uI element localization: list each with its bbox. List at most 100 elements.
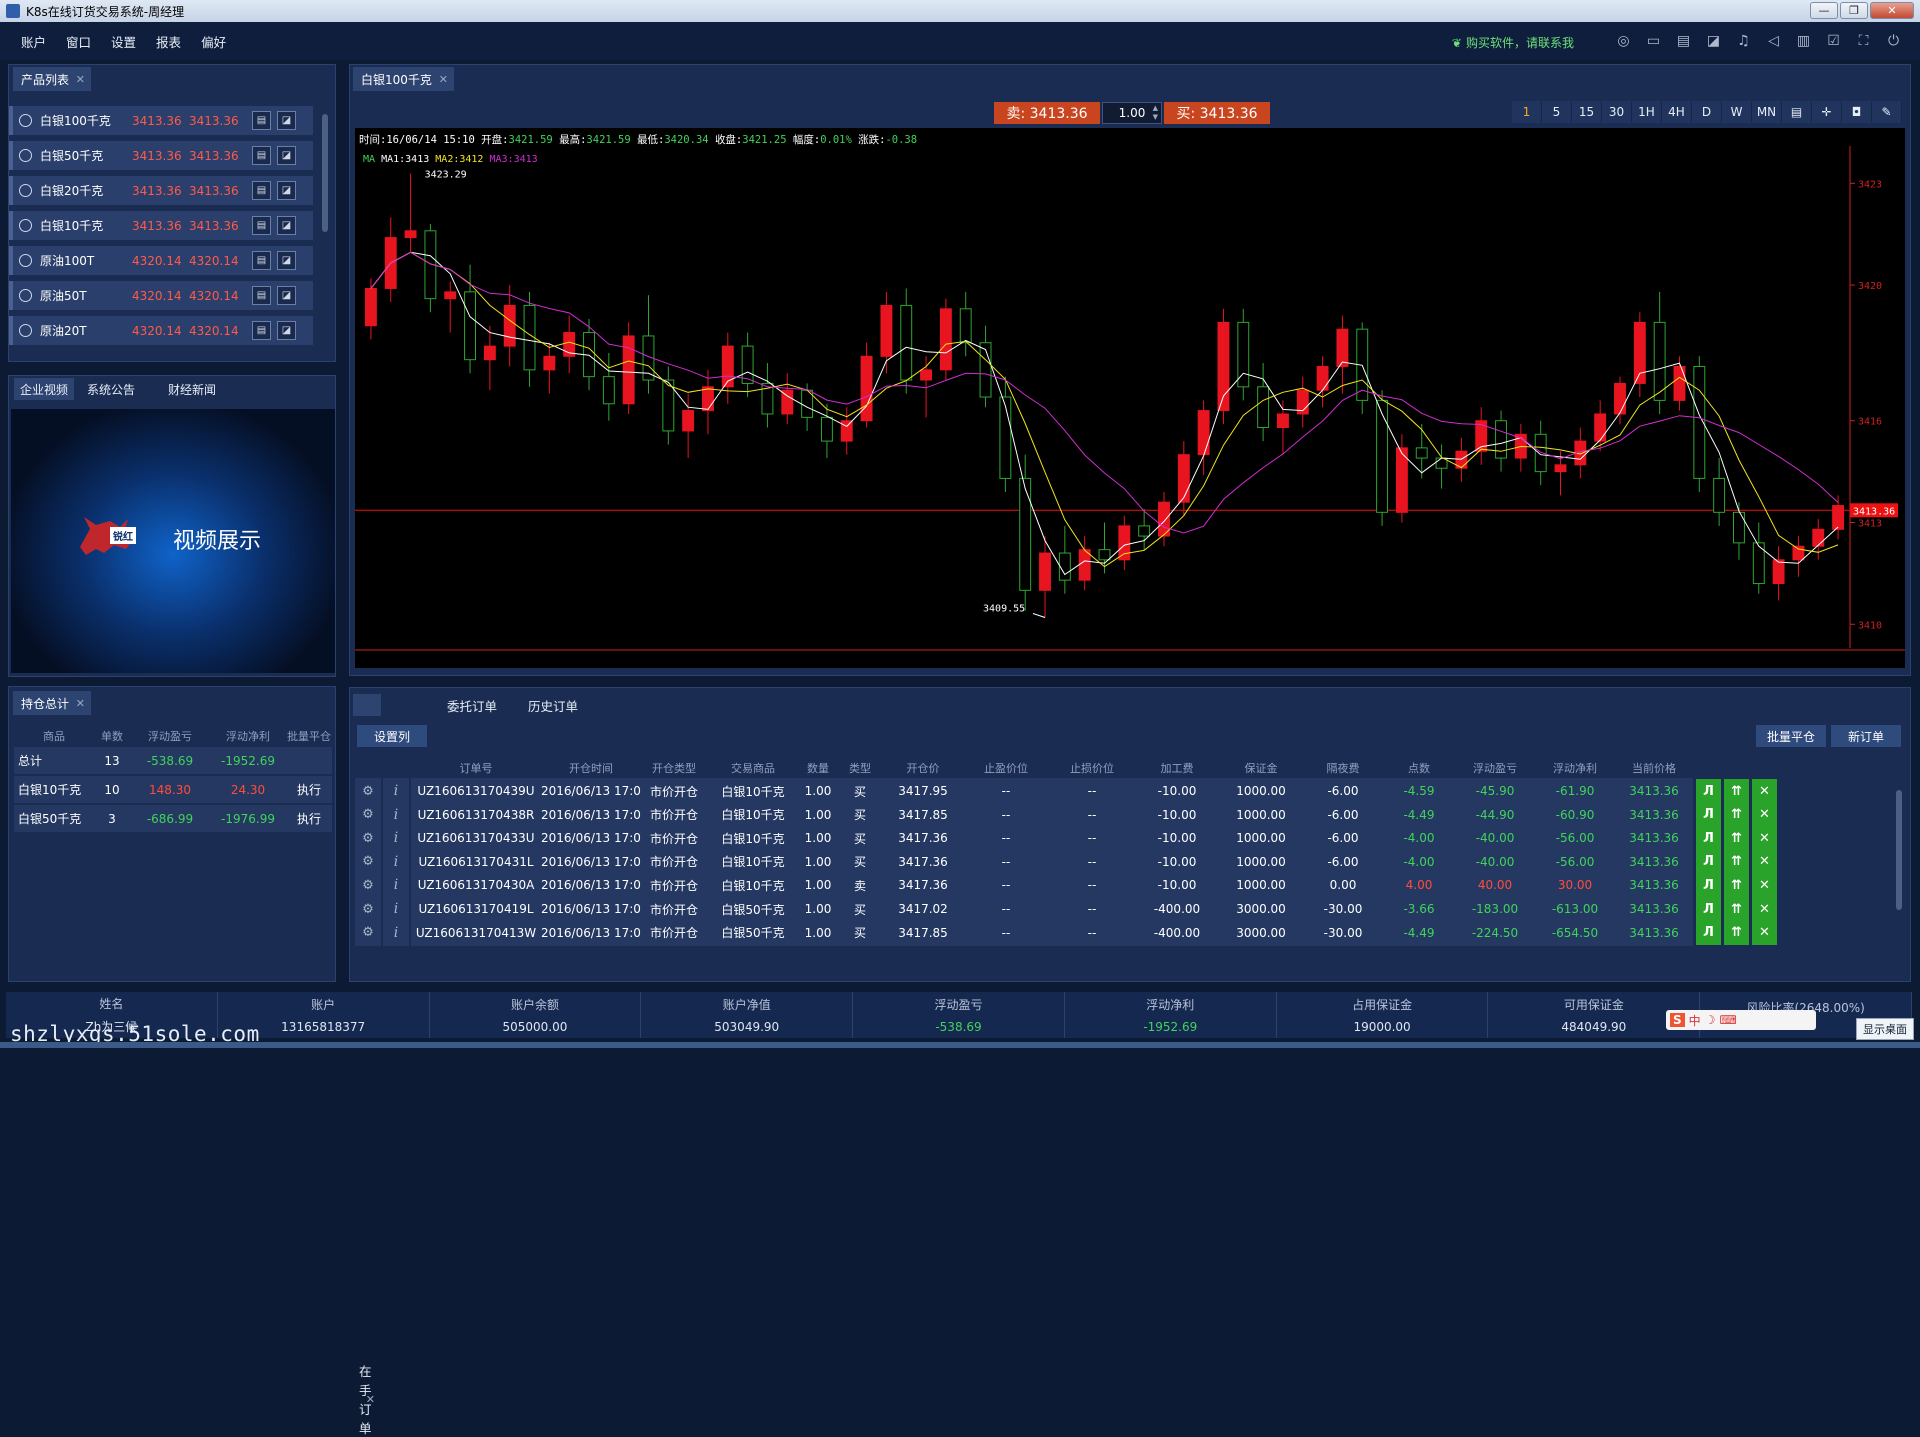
layout-icon[interactable]: ▥: [1793, 31, 1814, 51]
menu-settings[interactable]: 设置: [111, 32, 136, 51]
radio-icon[interactable]: [19, 254, 32, 267]
order-book-icon[interactable]: ▤: [252, 216, 271, 235]
chart-icon[interactable]: ◪: [277, 146, 296, 165]
bell-icon[interactable]: ♫: [1733, 31, 1754, 51]
sell-button[interactable]: 卖: 3413.36: [994, 102, 1100, 124]
product-row[interactable]: 白银10千克 3413.36 3413.36 ▤ ◪: [9, 211, 313, 240]
close-icon[interactable]: ✕: [366, 1388, 375, 1410]
menu-preferences[interactable]: 偏好: [201, 32, 226, 51]
radio-icon[interactable]: [19, 289, 32, 302]
tab-chart[interactable]: 白银100千克 ✕: [353, 67, 454, 91]
notes-icon[interactable]: ▤: [1782, 101, 1812, 123]
volume-icon[interactable]: ◁: [1763, 31, 1784, 51]
batch-close-button[interactable]: 批量平仓: [1756, 725, 1826, 747]
close-position-icon[interactable]: Л: [1696, 826, 1721, 851]
tab-holdings[interactable]: 持仓总计 ✕: [13, 691, 92, 715]
fullscreen-icon[interactable]: ⛶: [1853, 31, 1874, 51]
table-row[interactable]: 总计 13 -538.69 -1952.69: [14, 747, 332, 774]
close-icon[interactable]: ✕: [76, 73, 85, 86]
add-position-icon[interactable]: ⇈: [1724, 873, 1749, 898]
order-book-icon[interactable]: ▤: [252, 286, 271, 305]
new-order-button[interactable]: 新订单: [1831, 725, 1901, 747]
radio-icon[interactable]: [19, 114, 32, 127]
chart-icon[interactable]: ◪: [277, 286, 296, 305]
period-5[interactable]: 5: [1542, 101, 1572, 123]
order-book-icon[interactable]: ▤: [252, 251, 271, 270]
info-icon[interactable]: i: [383, 896, 409, 922]
cancel-icon[interactable]: ✕: [1752, 897, 1777, 921]
info-icon[interactable]: i: [383, 919, 409, 946]
settings-icon[interactable]: ⚙: [355, 801, 381, 828]
info-icon[interactable]: i: [383, 872, 409, 899]
period-d[interactable]: D: [1692, 101, 1722, 123]
minimize-button[interactable]: —: [1810, 2, 1838, 19]
set-columns-button[interactable]: 设置列: [357, 725, 427, 747]
power-icon[interactable]: ⏻: [1883, 31, 1904, 51]
menu-reports[interactable]: 报表: [156, 32, 181, 51]
chart-icon[interactable]: ◪: [277, 181, 296, 200]
chart-icon[interactable]: ◪: [277, 251, 296, 270]
cancel-icon[interactable]: ✕: [1752, 873, 1777, 898]
cancel-icon[interactable]: ✕: [1752, 826, 1777, 851]
order-book-icon[interactable]: ▤: [252, 181, 271, 200]
video-player[interactable]: 锐红 视频展示: [11, 409, 335, 673]
settings-icon[interactable]: ⚙: [355, 848, 381, 875]
settings-icon[interactable]: ⚙: [355, 919, 381, 946]
chart-icon[interactable]: ◪: [277, 111, 296, 130]
table-row[interactable]: ⚙ i UZ160613170438R 2016/06/13 17:04 市价开仓 白银1…: [355, 801, 1903, 828]
product-row[interactable]: 原油50T 4320.14 4320.14 ▤ ◪: [9, 281, 313, 310]
order-book-icon[interactable]: ▤: [252, 146, 271, 165]
document-icon[interactable]: ▤: [1673, 31, 1694, 51]
monitor-icon[interactable]: ▭: [1643, 31, 1664, 51]
table-row[interactable]: 白银10千克 10 148.30 24.30 执行: [14, 776, 332, 803]
table-row[interactable]: ⚙ i UZ160613170419L 2016/06/13 17:04 市价开仓 白银5…: [355, 896, 1903, 922]
chart-icon[interactable]: ◪: [277, 321, 296, 340]
period-mn[interactable]: MN: [1752, 101, 1782, 123]
product-row[interactable]: 原油100T 4320.14 4320.14 ▤ ◪: [9, 246, 313, 275]
cancel-icon[interactable]: ✕: [1752, 920, 1777, 945]
crosshair-icon[interactable]: ✛: [1812, 101, 1842, 123]
tab-pending-orders[interactable]: 委托订单: [447, 694, 497, 716]
table-row[interactable]: ⚙ i UZ160613170413W 2016/06/13 17:04 市价开仓 白银5…: [355, 919, 1903, 946]
close-icon[interactable]: ✕: [439, 73, 448, 86]
tab-product-list[interactable]: 产品列表 ✕: [13, 67, 92, 91]
candlestick-chart[interactable]: 时间:16/06/14 15:10 开盘:3421.59 最高:3421.59 …: [355, 128, 1905, 668]
tab-company-video[interactable]: 企业视频: [14, 378, 75, 400]
period-1h[interactable]: 1H: [1632, 101, 1662, 123]
radio-icon[interactable]: [19, 184, 32, 197]
close-icon[interactable]: ✕: [76, 697, 85, 710]
show-desktop-button[interactable]: 显示桌面: [1856, 1018, 1914, 1040]
menu-window[interactable]: 窗口: [66, 32, 91, 51]
settings-icon[interactable]: ⚙: [355, 872, 381, 899]
add-position-icon[interactable]: ⇈: [1724, 779, 1749, 803]
table-row[interactable]: ⚙ i UZ160613170431L 2016/06/13 17:04 市价开仓 白银1…: [355, 848, 1903, 875]
close-window-button[interactable]: ✕: [1870, 2, 1914, 19]
cancel-icon[interactable]: ✕: [1752, 802, 1777, 827]
product-row[interactable]: 白银50千克 3413.36 3413.36 ▤ ◪: [9, 141, 313, 170]
pen-icon[interactable]: ✎: [1872, 101, 1902, 123]
info-icon[interactable]: i: [383, 778, 409, 804]
quantity-stepper[interactable]: 1.00 ▲ ▼: [1102, 102, 1162, 124]
orders-scrollbar[interactable]: [1896, 790, 1902, 910]
add-position-icon[interactable]: ⇈: [1724, 826, 1749, 851]
add-position-icon[interactable]: ⇈: [1724, 849, 1749, 874]
buy-software-link[interactable]: ❦ 购买软件，请联系我: [1452, 34, 1574, 51]
add-position-icon[interactable]: ⇈: [1724, 897, 1749, 921]
stepper-arrows-icon[interactable]: ▲ ▼: [1153, 104, 1158, 122]
radio-icon[interactable]: [19, 149, 32, 162]
period-30[interactable]: 30: [1602, 101, 1632, 123]
product-row[interactable]: 原油20T 4320.14 4320.14 ▤ ◪: [9, 316, 313, 345]
product-row[interactable]: 白银20千克 3413.36 3413.36 ▤ ◪: [9, 176, 313, 205]
close-position-icon[interactable]: Л: [1696, 920, 1721, 945]
close-position-icon[interactable]: Л: [1696, 802, 1721, 827]
settings-icon[interactable]: ⚙: [355, 896, 381, 922]
add-position-icon[interactable]: ⇈: [1724, 802, 1749, 827]
product-list-scrollbar[interactable]: [322, 114, 328, 232]
restore-button[interactable]: ❐: [1840, 2, 1868, 19]
cancel-icon[interactable]: ✕: [1752, 779, 1777, 803]
info-icon[interactable]: i: [383, 801, 409, 828]
close-position-icon[interactable]: Л: [1696, 849, 1721, 874]
table-row[interactable]: ⚙ i UZ160613170430A 2016/06/13 17:04 市价开仓 白银1…: [355, 872, 1903, 899]
settings-icon[interactable]: ⚙: [355, 778, 381, 804]
add-position-icon[interactable]: ⇈: [1724, 920, 1749, 945]
